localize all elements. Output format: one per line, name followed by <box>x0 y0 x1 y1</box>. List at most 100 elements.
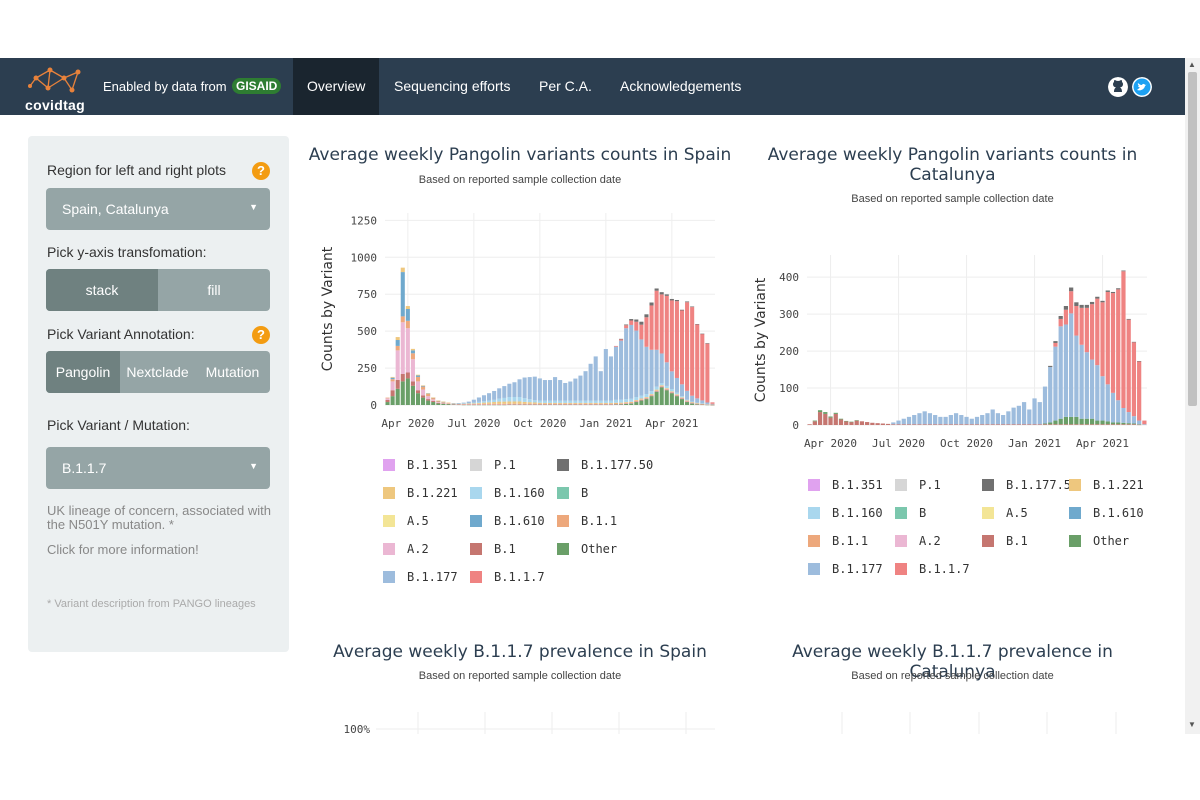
bar-A.2 <box>405 328 410 373</box>
bar-B.1.1 <box>547 403 553 405</box>
tab-per-ca[interactable]: Per C.A. <box>525 58 606 115</box>
bar-B.1.177 <box>603 349 608 401</box>
bar-B.1.177 <box>517 379 522 398</box>
bar-B.1.1 <box>624 402 629 404</box>
legend-item[interactable]: A.2 <box>383 542 429 556</box>
bar-B.1.221 <box>527 402 532 404</box>
scrollbar-thumb[interactable] <box>1188 72 1197 406</box>
scroll-up-icon[interactable]: ▲ <box>1188 60 1196 69</box>
chart-subtitle-catalunya: Based on reported sample collection date <box>851 193 1054 205</box>
bar-B.1.1 <box>568 403 573 405</box>
bar-A.2 <box>385 398 390 400</box>
bar-B.1.1 <box>593 403 598 405</box>
scroll-down-icon[interactable]: ▼ <box>1188 720 1196 729</box>
bar-B.1.177.50 <box>659 292 664 295</box>
legend-item[interactable]: B <box>557 486 588 500</box>
prevalence-chart-catalunya[interactable] <box>780 712 1170 734</box>
bar-B.1.160 <box>563 400 568 403</box>
bar-B.1 <box>415 390 421 394</box>
prevalence-chart-spain[interactable]: 100% <box>330 712 720 734</box>
bar-B.1.160 <box>588 400 593 403</box>
legend-item[interactable]: A.2 <box>895 534 941 548</box>
legend-swatch <box>808 507 820 519</box>
bar-B.1.177 <box>451 403 456 404</box>
tab-overview[interactable]: Overview <box>293 58 380 115</box>
variant-select[interactable]: B.1.1.7 ▼ <box>46 447 270 489</box>
bar-B.1.1 <box>390 379 395 382</box>
bar-Other <box>838 418 844 420</box>
legend-item[interactable]: B.1.1.7 <box>470 570 545 584</box>
help-icon[interactable]: ? <box>252 162 270 180</box>
legend-item[interactable]: B.1.1 <box>557 514 617 528</box>
bar-B.1 <box>917 424 922 425</box>
legend-item[interactable]: B.1.177 <box>383 570 458 584</box>
legend-item[interactable]: B.1.1.7 <box>895 562 970 576</box>
legend-item[interactable]: B.1.610 <box>470 514 545 528</box>
legend-item[interactable]: B.1 <box>470 542 516 556</box>
bar-B.1 <box>974 424 980 425</box>
legend-item[interactable]: B <box>895 506 926 520</box>
legend-item[interactable]: P.1 <box>470 458 516 472</box>
legend-item[interactable]: B.1.351 <box>383 458 458 472</box>
legend-item[interactable]: B.1.177 <box>808 562 883 576</box>
gisaid-badge[interactable]: GISAID <box>232 78 282 94</box>
fill-button[interactable]: fill <box>158 269 270 311</box>
legend-item[interactable]: B.1.177.50 <box>557 458 653 472</box>
legend-item[interactable]: B.1.221 <box>1069 478 1144 492</box>
legend-item[interactable]: B.1.1 <box>808 534 868 548</box>
bar-B.1.1 <box>542 403 547 405</box>
bar-A.2 <box>593 404 598 405</box>
bar-B.1.177 <box>664 362 669 386</box>
mutation-button[interactable]: Mutation <box>195 351 270 393</box>
bar-Other <box>436 403 441 405</box>
bar-B.1 <box>1021 424 1027 425</box>
bar-B.1.221 <box>573 402 578 404</box>
bar-B.1.1.7 <box>1116 289 1121 401</box>
help-icon[interactable]: ? <box>252 326 270 344</box>
bar-B.1.177 <box>1001 415 1006 425</box>
legend-item[interactable]: A.5 <box>982 506 1028 520</box>
legend-item[interactable]: B.1.160 <box>808 506 883 520</box>
legend-item[interactable]: P.1 <box>895 478 941 492</box>
bar-B.1 <box>959 424 964 425</box>
github-icon[interactable] <box>1108 77 1128 97</box>
legend-item[interactable]: Other <box>1069 534 1129 548</box>
legend-item[interactable]: A.5 <box>383 514 429 528</box>
bar-B.1.177 <box>593 356 598 401</box>
bar-B.1.160 <box>608 400 613 403</box>
stacked-bar-chart-catalunya[interactable]: 0 100 200 300 400 Apr 2020 Jul 2020 Oct 2020 Jan… <box>745 225 1165 455</box>
legend-item[interactable]: B.1.160 <box>470 486 545 500</box>
stack-button[interactable]: stack <box>46 269 158 311</box>
bar-B.1.1 <box>588 403 593 405</box>
legend-item[interactable]: Other <box>557 542 617 556</box>
tab-sequencing-efforts[interactable]: Sequencing efforts <box>380 58 525 115</box>
nextclade-button[interactable]: Nextclade <box>120 351 195 393</box>
legend-item[interactable]: B.1.610 <box>1069 506 1144 520</box>
legend-item[interactable]: B.1.351 <box>808 478 883 492</box>
pangolin-button[interactable]: Pangolin <box>46 351 120 393</box>
bar-B.1.1 <box>583 403 588 405</box>
tab-acknowledgements[interactable]: Acknowledgements <box>606 58 755 115</box>
more-info-link[interactable]: Click for more information! <box>47 543 271 557</box>
bar-Other <box>654 391 659 405</box>
legend-item[interactable]: B.1.221 <box>383 486 458 500</box>
bar-A.2 <box>522 404 527 405</box>
legend-item[interactable]: B.1 <box>982 534 1028 548</box>
bar-B.1.177.50 <box>649 302 654 306</box>
covidtag-logo[interactable]: covidtag <box>22 64 94 114</box>
bar-B.1.177 <box>1110 392 1116 423</box>
bar-Other <box>1131 423 1137 425</box>
bar-B.1.221 <box>441 401 446 403</box>
legend-item[interactable]: B.1.177.50 <box>982 478 1078 492</box>
legend-swatch <box>557 543 569 555</box>
region-select[interactable]: Spain, Catalunya ▼ <box>46 188 270 230</box>
bar-B.1.221 <box>466 403 471 405</box>
twitter-icon[interactable] <box>1132 77 1152 97</box>
bar-B.1.221 <box>613 402 619 404</box>
bar-B.1.177 <box>985 413 990 425</box>
bar-B.1.177.50 <box>624 324 629 326</box>
stacked-bar-chart-spain[interactable]: 0 250 500 750 1000 1250 Apr 2020 Jul 2020 Oct 20… <box>310 205 730 435</box>
bar-B.1.160 <box>537 400 542 403</box>
bar-Other <box>390 396 395 405</box>
page-scrollbar[interactable]: ▲ ▼ <box>1185 58 1200 734</box>
